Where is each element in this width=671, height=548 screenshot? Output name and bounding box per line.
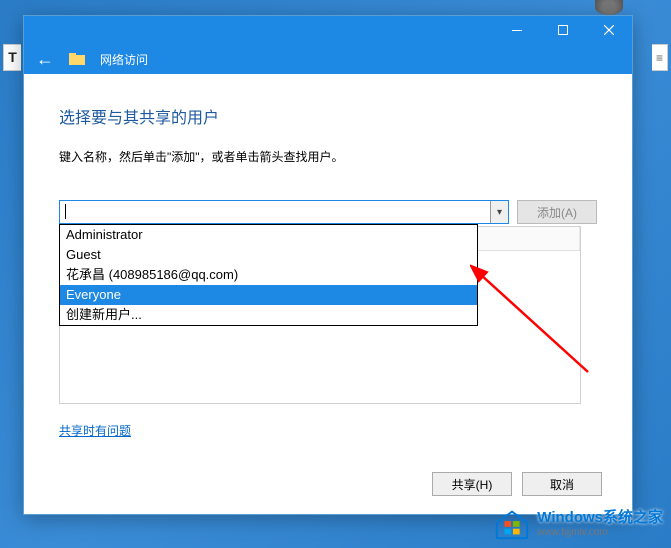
dropdown-item-administrator[interactable]: Administrator: [60, 225, 477, 245]
maximize-icon: [558, 25, 568, 35]
folder-icon: [69, 52, 85, 66]
share-button[interactable]: 共享(H): [432, 472, 512, 496]
background-window-fragment-left: T: [3, 44, 21, 71]
user-input-row: ▾ 添加(A): [59, 200, 597, 224]
trouble-sharing-link[interactable]: 共享时有问题: [59, 422, 131, 439]
add-button[interactable]: 添加(A): [517, 200, 597, 224]
titlebar: [24, 16, 632, 44]
user-input[interactable]: [60, 201, 490, 223]
watermark: Windows系统之家 www.bjjmlv.com: [493, 504, 663, 542]
back-arrow-icon[interactable]: ←: [36, 49, 54, 70]
minimize-button[interactable]: [494, 16, 540, 44]
minimize-icon: [512, 30, 522, 31]
dropdown-item-guest[interactable]: Guest: [60, 245, 477, 265]
close-button[interactable]: [586, 16, 632, 44]
close-icon: [604, 25, 614, 35]
user-combobox[interactable]: ▾: [59, 200, 509, 224]
chevron-down-icon: ▾: [497, 207, 502, 218]
dropdown-item-user-email[interactable]: 花承昌 (408985186@qq.com): [60, 265, 477, 285]
user-dropdown-list: Administrator Guest 花承昌 (408985186@qq.co…: [59, 224, 478, 326]
window-title: 网络访问: [100, 51, 148, 68]
watermark-url: www.bjjmlv.com: [537, 527, 663, 538]
user-avatar: [595, 0, 623, 15]
maximize-button[interactable]: [540, 16, 586, 44]
dialog-subtext: 键入名称，然后单击"添加"，或者单击箭头查找用户。: [59, 148, 597, 165]
dropdown-item-everyone[interactable]: Everyone: [60, 285, 477, 305]
background-window-fragment-right: ≡: [652, 44, 668, 71]
share-dialog-window: ← 网络访问 选择要与其共享的用户 键入名称，然后单击"添加"，或者单击箭头查找…: [23, 15, 633, 515]
dialog-footer: 共享(H) 取消: [432, 472, 602, 496]
watermark-logo-icon: [493, 504, 531, 542]
watermark-brand: Windows系统之家: [537, 509, 663, 527]
combobox-arrow[interactable]: ▾: [490, 201, 508, 223]
header-bar: ← 网络访问: [24, 44, 632, 74]
dialog-heading: 选择要与其共享的用户: [59, 104, 597, 128]
cancel-button[interactable]: 取消: [522, 472, 602, 496]
dropdown-item-create-user[interactable]: 创建新用户...: [60, 305, 477, 325]
